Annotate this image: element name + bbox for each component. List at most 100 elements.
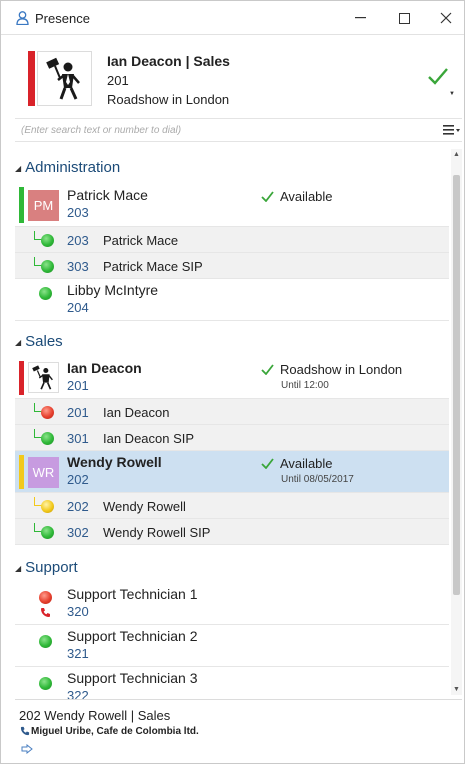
line-row[interactable]: 303 Patrick Mace SIP: [15, 253, 449, 279]
status-dropdown-caret-icon[interactable]: ▼: [449, 91, 455, 97]
line-name: Patrick Mace: [103, 233, 179, 248]
transfer-arrow-icon[interactable]: [21, 744, 33, 754]
contact-row-wendy-rowell[interactable]: WR Wendy Rowell 202 Available Until 08/0…: [15, 451, 449, 493]
presence-window: Presence Ian Deacon | Sales 201 Roadshow…: [0, 0, 465, 764]
status-color-bar: [28, 51, 35, 106]
group-label: Sales: [25, 333, 63, 350]
contact-extension: 204: [67, 300, 89, 315]
contact-row-libby-mcintyre[interactable]: Libby McIntyre 204: [15, 279, 449, 321]
presence-green-icon: [41, 260, 54, 273]
line-row[interactable]: 301 Ian Deacon SIP: [15, 425, 449, 451]
line-name: Wendy Rowell: [103, 499, 186, 514]
presence-status-text: Available: [280, 189, 333, 204]
group-label: Administration: [25, 159, 121, 176]
status-color-bar: [19, 187, 24, 223]
person-outline-icon: [16, 11, 29, 25]
contact-list: ◢ Administration PM Patrick Mace 203 Avai…: [15, 149, 449, 699]
check-icon: [261, 458, 274, 469]
group-header-sales[interactable]: ◢ Sales: [15, 333, 63, 350]
my-status-note: Roadshow in London: [107, 92, 230, 107]
active-call-target: 202 Wendy Rowell | Sales: [19, 708, 171, 723]
collapse-triangle-icon: ◢: [15, 338, 22, 347]
line-row[interactable]: 302 Wendy Rowell SIP: [15, 519, 449, 545]
collapse-triangle-icon: ◢: [15, 564, 22, 573]
presence-green-icon: [41, 234, 54, 247]
presence-until: Until 12:00: [281, 380, 329, 391]
maximize-icon: [398, 12, 410, 24]
contact-row-support-technician-2[interactable]: Support Technician 2 321: [15, 625, 449, 667]
presence-green-icon: [39, 635, 52, 648]
close-button[interactable]: [428, 7, 464, 29]
close-icon: [440, 12, 452, 24]
vertical-scrollbar[interactable]: ▲ ▼: [451, 149, 462, 695]
scrollbar-thumb[interactable]: [453, 175, 460, 595]
line-name: Ian Deacon SIP: [103, 431, 195, 446]
collapse-triangle-icon: ◢: [15, 164, 22, 173]
line-extension: 201: [67, 405, 89, 420]
line-extension: 203: [67, 233, 89, 248]
contact-extension: 322: [67, 688, 89, 699]
contact-extension: 202: [67, 472, 89, 487]
line-extension: 301: [67, 431, 89, 446]
group-header-support[interactable]: ◢ Support: [15, 559, 78, 576]
line-extension: 202: [67, 499, 89, 514]
avatar: PM: [28, 190, 59, 221]
minimize-button[interactable]: [342, 7, 378, 29]
presence-status: Available: [261, 456, 333, 471]
line-name: Patrick Mace SIP: [103, 259, 203, 274]
group-header-administration[interactable]: ◢ Administration: [15, 159, 120, 176]
presence-green-icon: [41, 526, 54, 539]
contact-extension: 203: [67, 205, 89, 220]
presence-green-icon: [41, 432, 54, 445]
check-icon: [261, 191, 274, 202]
status-color-bar: [19, 361, 24, 395]
maximize-button[interactable]: [386, 7, 422, 29]
check-icon: [261, 364, 274, 375]
scroll-down-arrow-icon[interactable]: ▼: [453, 686, 460, 693]
contact-row-support-technician-3[interactable]: Support Technician 3 322: [15, 667, 449, 699]
line-row[interactable]: 201 Ian Deacon: [15, 399, 449, 425]
contact-row-ian-deacon[interactable]: Ian Deacon 201 Roadshow in London Until …: [15, 357, 449, 399]
presence-red-icon: [39, 591, 52, 604]
my-extension: 201: [107, 73, 129, 88]
hamburger-menu-icon[interactable]: [443, 124, 461, 136]
title-bar: Presence: [1, 1, 464, 35]
search-bar: [15, 118, 462, 142]
presence-green-icon: [39, 287, 52, 300]
scroll-up-arrow-icon[interactable]: ▲: [453, 151, 460, 158]
contact-row-patrick-mace[interactable]: PM Patrick Mace 203 Available: [15, 183, 449, 227]
presence-red-icon: [41, 406, 54, 419]
phone-icon: [20, 726, 30, 736]
line-extension: 302: [67, 525, 89, 540]
active-call-panel: 202 Wendy Rowell | Sales Miguel Uribe, C…: [15, 699, 462, 763]
contact-name: Libby McIntyre: [67, 282, 159, 298]
minimize-icon: [354, 17, 366, 19]
search-input[interactable]: [21, 122, 401, 139]
line-name: Ian Deacon: [103, 405, 170, 420]
presence-until: Until 08/05/2017: [281, 474, 354, 485]
check-icon[interactable]: [427, 67, 449, 87]
contact-row-support-technician-1[interactable]: Support Technician 1 320: [15, 583, 449, 625]
line-row[interactable]: 202 Wendy Rowell: [15, 493, 449, 519]
avatar: WR: [28, 457, 59, 488]
business-figure-icon: [46, 57, 80, 100]
contact-name: Ian Deacon: [67, 360, 142, 376]
presence-status-text: Roadshow in London: [280, 362, 403, 377]
presence-status: Available: [261, 189, 333, 204]
contact-name: Support Technician 2: [67, 628, 198, 644]
contact-name: Support Technician 3: [67, 670, 198, 686]
avatar: [37, 51, 92, 106]
contact-extension: 201: [67, 378, 89, 393]
presence-status: Roadshow in London: [261, 362, 402, 377]
presence-status-text: Available: [280, 456, 333, 471]
contact-extension: 320: [67, 604, 89, 619]
group-label: Support: [25, 559, 78, 576]
my-name: Ian Deacon | Sales: [107, 53, 230, 69]
phone-icon: [41, 608, 50, 617]
contact-name: Support Technician 1: [67, 586, 198, 602]
line-extension: 303: [67, 259, 89, 274]
presence-yellow-icon: [41, 500, 54, 513]
contact-name: Patrick Mace: [67, 187, 148, 203]
my-presence-header[interactable]: Ian Deacon | Sales 201 Roadshow in Londo…: [15, 43, 461, 115]
line-row[interactable]: 203 Patrick Mace: [15, 227, 449, 253]
